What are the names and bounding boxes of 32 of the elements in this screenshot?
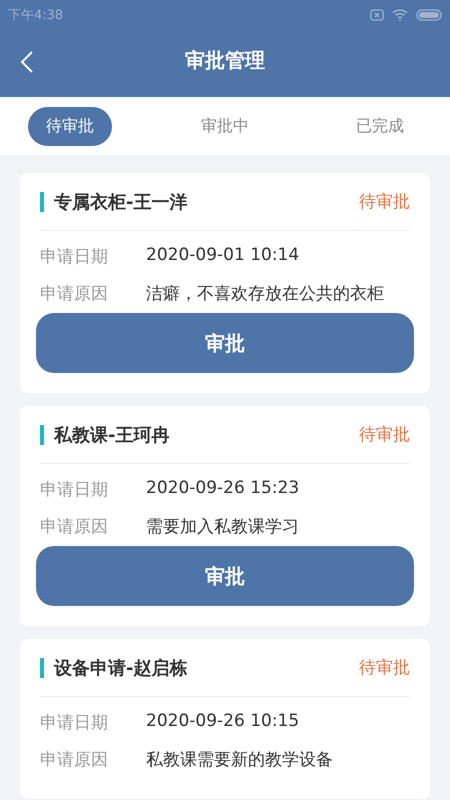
approve-button[interactable]: 审批 [36, 313, 414, 373]
field-label: 申请日期 [40, 712, 109, 734]
tab[interactable]: 已完成 [338, 106, 422, 146]
field-label: 申请日期 [40, 246, 109, 268]
request-status: 待审批 [359, 191, 410, 213]
battery-icon [416, 9, 442, 21]
request-title: 专属衣柜-王一洋 [54, 190, 188, 214]
no-sim-icon [370, 9, 384, 21]
field-value: 私教课需要新的教学设备 [146, 749, 333, 771]
field-value: 2020-09-01 10:14 [146, 245, 300, 267]
field-value: 2020-09-26 10:15 [146, 711, 300, 733]
request-status: 待审批 [359, 424, 410, 446]
request-status: 待审批 [359, 657, 410, 679]
field-value: 2020-09-26 15:23 [146, 478, 300, 500]
field-label: 申请原因 [40, 516, 109, 538]
accent-bar [40, 658, 44, 678]
request-title: 私教课-王珂冉 [54, 424, 170, 446]
field-label: 申请原因 [40, 749, 109, 771]
back-icon[interactable] [20, 50, 34, 74]
status-time: 下午4:38 [8, 7, 64, 24]
accent-bar [40, 192, 44, 212]
field-value: 洁癖，不喜欢存放在公共的衣柜 [146, 283, 384, 305]
request-title: 设备申请-赵启栋 [54, 656, 188, 680]
wifi-icon [392, 9, 408, 21]
tab[interactable]: 审批中 [183, 106, 267, 146]
field-label: 申请日期 [40, 479, 109, 501]
approve-button[interactable]: 审批 [36, 546, 414, 606]
field-value: 需要加入私教课学习 [146, 516, 299, 538]
page-title: 审批管理 [185, 47, 265, 74]
accent-bar [40, 424, 44, 444]
field-label: 申请原因 [40, 283, 109, 305]
tab[interactable]: 待审批 [28, 106, 112, 146]
